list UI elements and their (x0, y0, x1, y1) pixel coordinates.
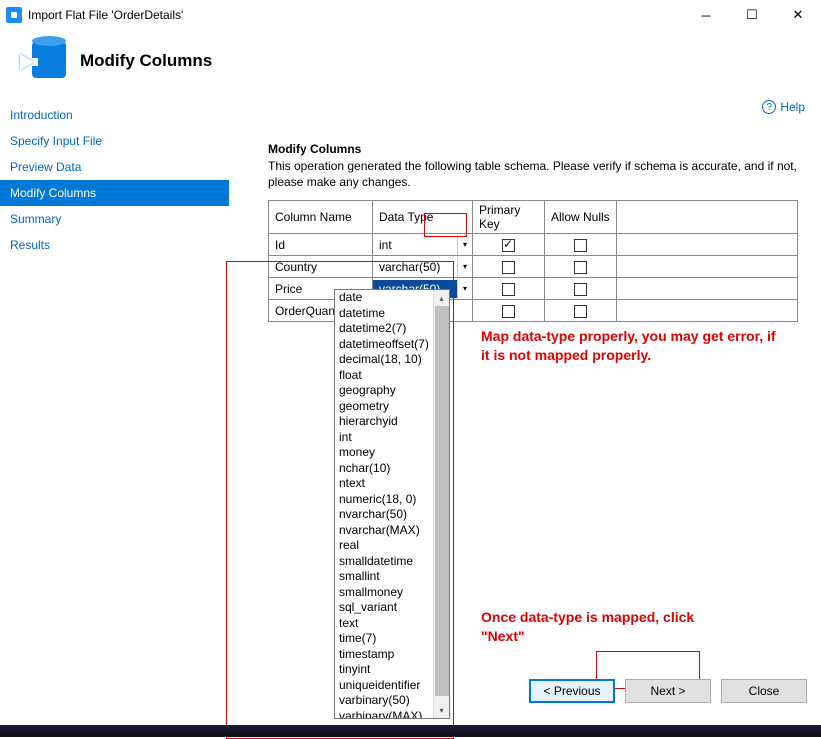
scroll-down-icon[interactable]: ▾ (434, 702, 449, 718)
cell-pk[interactable] (473, 234, 545, 256)
help-link[interactable]: ? Help (762, 100, 805, 114)
previous-button[interactable]: < Previous (529, 679, 615, 703)
dropdown-item[interactable]: smallmoney (335, 585, 449, 601)
section-title: Modify Columns (268, 142, 811, 156)
table-row: Country varchar(50)▾ (269, 256, 798, 278)
dropdown-item[interactable]: timestamp (335, 647, 449, 663)
help-icon: ? (762, 100, 776, 114)
dropdown-item[interactable]: date (335, 290, 449, 306)
dropdown-item[interactable]: smalldatetime (335, 554, 449, 570)
next-button[interactable]: Next > (625, 679, 711, 703)
taskbar (0, 725, 821, 737)
sidebar-item-preview-data[interactable]: Preview Data (0, 154, 229, 180)
annotation-text: Map data-type properly, you may get erro… (481, 327, 781, 365)
col-header-extra (617, 201, 798, 234)
dropdown-item[interactable]: time(7) (335, 631, 449, 647)
dropdown-item[interactable]: datetime (335, 306, 449, 322)
cell-extra (617, 278, 798, 300)
checkbox-icon[interactable] (574, 261, 587, 274)
cell-type[interactable]: varchar(50)▾ (373, 256, 473, 278)
dropdown-item[interactable]: geography (335, 383, 449, 399)
checkbox-icon[interactable] (502, 239, 515, 252)
dropdown-item[interactable]: int (335, 430, 449, 446)
scroll-thumb[interactable] (435, 306, 449, 696)
cell-name[interactable]: Country (269, 256, 373, 278)
dropdown-item[interactable]: float (335, 368, 449, 384)
cell-nulls[interactable] (545, 256, 617, 278)
dropdown-item[interactable]: sql_variant (335, 600, 449, 616)
col-header-pk[interactable]: Primary Key (473, 201, 545, 234)
checkbox-icon[interactable] (574, 305, 587, 318)
maximize-button[interactable]: ☐ (729, 0, 775, 30)
database-import-icon (20, 40, 66, 82)
dropdown-item[interactable]: varbinary(50) (335, 693, 449, 709)
dropdown-item[interactable]: uniqueidentifier (335, 678, 449, 694)
dropdown-item[interactable]: datetimeoffset(7) (335, 337, 449, 353)
dropdown-item[interactable]: nchar(10) (335, 461, 449, 477)
checkbox-icon[interactable] (502, 305, 515, 318)
cell-type[interactable]: int▾ (373, 234, 473, 256)
checkbox-icon[interactable] (574, 283, 587, 296)
cell-extra (617, 256, 798, 278)
scroll-up-icon[interactable]: ▴ (434, 290, 449, 306)
cell-name[interactable]: Id (269, 234, 373, 256)
table-header-row: Column Name Data Type Primary Key Allow … (269, 201, 798, 234)
page-title: Modify Columns (80, 51, 212, 71)
dropdown-item[interactable]: numeric(18, 0) (335, 492, 449, 508)
dropdown-item[interactable]: hierarchyid (335, 414, 449, 430)
wizard-footer: < Previous Next > Close (529, 679, 807, 703)
dropdown-item[interactable]: smallint (335, 569, 449, 585)
minimize-button[interactable]: ─ (683, 0, 729, 30)
dropdown-item[interactable]: nvarchar(MAX) (335, 523, 449, 539)
dropdown-item[interactable]: nvarchar(50) (335, 507, 449, 523)
app-icon (6, 7, 22, 23)
dropdown-item[interactable]: varbinary(MAX) (335, 709, 449, 720)
dropdown-icon[interactable]: ▾ (457, 257, 472, 277)
cell-extra (617, 300, 798, 322)
checkbox-icon[interactable] (502, 283, 515, 296)
cell-pk[interactable] (473, 300, 545, 322)
dropdown-item[interactable]: money (335, 445, 449, 461)
sidebar-item-introduction[interactable]: Introduction (0, 102, 229, 128)
sidebar-item-modify-columns[interactable]: Modify Columns (0, 180, 229, 206)
main-content: ? Help Modify Columns This operation gen… (229, 100, 821, 729)
window-title: Import Flat File 'OrderDetails' (28, 8, 183, 22)
cell-pk[interactable] (473, 256, 545, 278)
dropdown-item[interactable]: text (335, 616, 449, 632)
wizard-header: Modify Columns (0, 30, 821, 100)
cell-nulls[interactable] (545, 234, 617, 256)
dropdown-item[interactable]: tinyint (335, 662, 449, 678)
dropdown-item[interactable]: geometry (335, 399, 449, 415)
checkbox-icon[interactable] (502, 261, 515, 274)
dropdown-item[interactable]: ntext (335, 476, 449, 492)
title-bar: Import Flat File 'OrderDetails' ─ ☐ ✕ (0, 0, 821, 30)
dropdown-item[interactable]: datetime2(7) (335, 321, 449, 337)
sidebar-item-results[interactable]: Results (0, 232, 229, 258)
datatype-dropdown[interactable]: datedatetimedatetime2(7)datetimeoffset(7… (334, 289, 450, 719)
annotation-text: Once data-type is mapped, click "Next" (481, 608, 731, 646)
scrollbar[interactable]: ▴ ▾ (433, 290, 449, 718)
cell-pk[interactable] (473, 278, 545, 300)
close-wizard-button[interactable]: Close (721, 679, 807, 703)
cell-nulls[interactable] (545, 300, 617, 322)
sidebar-item-specify-input[interactable]: Specify Input File (0, 128, 229, 154)
help-label: Help (780, 100, 805, 114)
close-button[interactable]: ✕ (775, 0, 821, 30)
cell-nulls[interactable] (545, 278, 617, 300)
window-buttons: ─ ☐ ✕ (683, 0, 821, 30)
dropdown-icon[interactable]: ▾ (457, 279, 472, 299)
section-description: This operation generated the following t… (268, 158, 811, 190)
col-header-name[interactable]: Column Name (269, 201, 373, 234)
wizard-sidebar: Introduction Specify Input File Preview … (0, 100, 229, 729)
dropdown-item[interactable]: real (335, 538, 449, 554)
checkbox-icon[interactable] (574, 239, 587, 252)
sidebar-item-summary[interactable]: Summary (0, 206, 229, 232)
table-row: Id int▾ (269, 234, 798, 256)
col-header-type[interactable]: Data Type (373, 201, 473, 234)
dropdown-icon[interactable]: ▾ (457, 235, 472, 255)
cell-extra (617, 234, 798, 256)
col-header-nulls[interactable]: Allow Nulls (545, 201, 617, 234)
dropdown-item[interactable]: decimal(18, 10) (335, 352, 449, 368)
